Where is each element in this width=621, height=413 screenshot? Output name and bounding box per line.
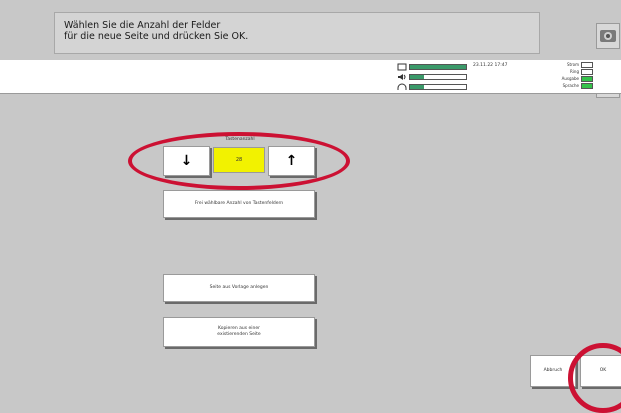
meter-fill [410, 85, 424, 89]
tool-icon [600, 30, 616, 42]
highlight-ellipse [128, 132, 350, 190]
meter-speaker [409, 74, 467, 80]
indicator-sprache [581, 83, 593, 89]
indicator-label-ring: Ring [570, 69, 579, 74]
meter-fill [410, 75, 424, 79]
instruction-line-2: für die neue Seite und drücken Sie OK. [64, 31, 249, 42]
speaker-icon [397, 73, 407, 81]
template-page-button[interactable]: Seite aus Vorlage anlegen [163, 274, 315, 302]
instruction-panel: Wählen Sie die Anzahl der Felder für die… [54, 12, 540, 54]
meter-headphones [409, 84, 467, 90]
ok-highlight-circle [568, 343, 621, 413]
indicator-label-ausgabe: Ausgabe [561, 76, 579, 81]
tool-button[interactable] [596, 23, 620, 49]
copy-page-label-2: existierenden Seite [217, 332, 261, 337]
instruction-line-1: Wählen Sie die Anzahl der Felder [64, 20, 221, 31]
free-selection-label: Frei wählbare Anzahl von Tastenfeldern [194, 201, 284, 206]
indicator-label-sprache: Sprache [562, 83, 579, 88]
free-selection-button[interactable]: Frei wählbare Anzahl von Tastenfeldern [163, 190, 315, 218]
copy-page-button[interactable]: Kopieren aus einer existierenden Seite [163, 317, 315, 347]
indicator-strom [581, 62, 593, 68]
headphones-icon [397, 83, 407, 91]
indicator-ring [581, 69, 593, 75]
microphone-icon [397, 63, 407, 71]
status-area: 23.11.22 17:47 Strom Ring Ausgabe Sprach… [395, 61, 595, 93]
meter-microphone [409, 64, 467, 70]
meter-fill [410, 65, 466, 69]
indicator-label-strom: Strom [566, 62, 579, 67]
datetime: 23.11.22 17:47 [473, 63, 508, 68]
indicator-ausgabe [581, 76, 593, 82]
template-page-label: Seite aus Vorlage anlegen [209, 285, 269, 290]
cancel-label: Abbruch [543, 368, 563, 373]
